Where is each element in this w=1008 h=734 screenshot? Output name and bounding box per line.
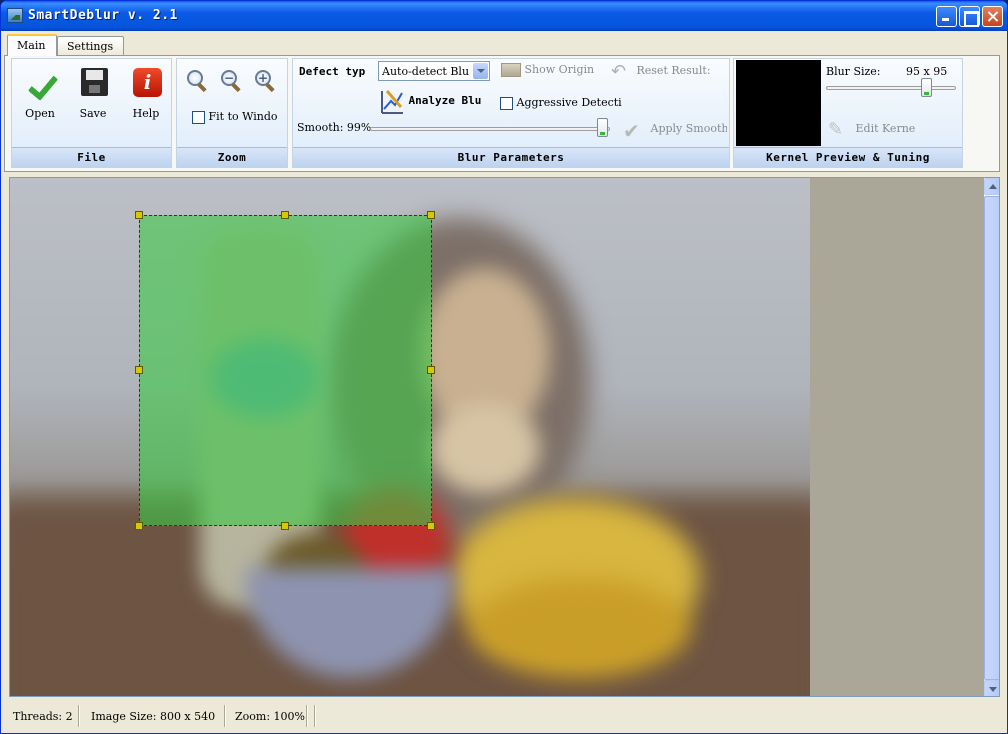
checkmark-icon: ✔ [623,119,640,139]
ribbon: Open Save i Help File − + Fit to Windo Z… [4,55,1000,172]
scroll-up-button[interactable] [984,178,999,195]
vertical-scrollbar[interactable] [984,178,999,696]
zoom-group: − + Fit to Windo Zoom [176,58,288,168]
maximize-button[interactable] [959,6,980,27]
zoom-fit-icon[interactable] [185,69,209,93]
save-button[interactable]: Save [69,65,117,125]
undo-arrow-icon: ↶ [611,61,627,81]
aggressive-detection-checkbox[interactable]: Aggressive Detecti [500,96,630,110]
reset-results-label: Reset Result: [636,64,711,77]
info-icon: i [133,68,162,97]
window-title: SmartDeblur v. 2.1 [28,8,178,23]
status-divider [314,705,316,727]
save-label: Save [79,107,107,120]
show-original-label: Show Origin [524,63,595,76]
status-bar: Threads: 2 Image Size: 800 x 540 Zoom: 1… [4,705,1004,729]
selection-region[interactable] [139,215,432,526]
reset-results-button[interactable]: ↶ Reset Result: [611,61,727,81]
blur-parameters-group: Defect typ Auto-detect Blu Show Origin ↶… [292,58,730,168]
status-divider [224,705,226,727]
aggressive-detection-label: Aggressive Detecti [516,96,622,109]
smooth-label: Smooth: 99% [297,121,372,134]
file-group-label: File [12,147,171,167]
blur-size-label: Blur Size: [826,65,881,78]
analyze-chart-icon [379,87,405,115]
selection-handle-bottom[interactable] [281,522,289,530]
scroll-down-button[interactable] [984,680,999,696]
blur-size-slider-thumb[interactable] [921,78,933,97]
status-divider [306,705,308,727]
minimize-button[interactable] [936,6,957,27]
apply-smooth-label: Apply Smooth [650,122,728,135]
pencil-icon: ✎ [828,119,844,139]
edit-kernel-label: Edit Kerne [855,122,916,135]
defect-type-label: Defect typ [299,65,366,78]
app-icon [7,8,23,23]
selection-handle-bottom-right[interactable] [427,522,435,530]
main-window: SmartDeblur v. 2.1 Main Settings Open Sa… [0,0,1008,734]
open-label: Open [25,107,55,120]
tab-main[interactable]: Main [7,34,57,56]
help-label: Help [132,107,160,120]
status-zoom: Zoom: 100% [235,710,305,723]
green-checkmark-icon [28,69,54,95]
tab-settings[interactable]: Settings [57,36,124,56]
help-button[interactable]: i Help [122,65,170,125]
selection-handle-bottom-left[interactable] [135,522,143,530]
status-image-size: Image Size: 800 x 540 [91,710,216,723]
smooth-slider-track[interactable] [370,127,610,131]
title-bar[interactable]: SmartDeblur v. 2.1 [1,1,1007,31]
fit-to-window-checkbox[interactable]: Fit to Windo [192,110,278,124]
kernel-group: Blur Size: 95 x 95 ✎ Edit Kerne Kernel P… [733,58,963,168]
zoom-in-icon[interactable]: + [253,69,277,93]
selection-handle-top-left[interactable] [135,211,143,219]
edit-kernel-button[interactable]: ✎ Edit Kerne [828,119,932,139]
fit-to-window-label: Fit to Windo [208,110,278,123]
selection-handle-top-right[interactable] [427,211,435,219]
blur-size-slider-track[interactable] [826,86,956,90]
open-button[interactable]: Open [16,65,64,125]
kernel-preview [736,60,821,146]
close-button[interactable] [982,6,1003,27]
aggressive-detection-box[interactable] [500,96,513,110]
apply-smooth-button[interactable]: ✔ Apply Smooth [623,119,727,139]
blur-size-value: 95 x 95 [906,65,948,78]
defect-type-value: Auto-detect Blu [382,65,470,78]
floppy-disk-icon [81,68,108,96]
defect-type-select[interactable]: Auto-detect Blu [378,61,490,81]
scroll-thumb[interactable] [984,196,999,680]
chevron-down-icon[interactable] [473,63,488,79]
kernel-group-label: Kernel Preview & Tuning [734,147,962,167]
file-group: Open Save i Help File [11,58,172,168]
analyze-blur-button[interactable]: Analyze Blu [379,87,499,115]
analyze-blur-label: Analyze Blu [408,94,482,107]
selection-handle-top[interactable] [281,211,289,219]
status-divider [78,705,80,727]
selection-handle-right[interactable] [427,366,435,374]
photo-icon [501,63,521,77]
selection-handle-left[interactable] [135,366,143,374]
image-canvas[interactable] [9,177,1000,697]
status-threads: Threads: 2 [13,710,73,723]
zoom-group-label: Zoom [177,147,287,167]
fit-to-window-box[interactable] [192,110,205,124]
blur-parameters-group-label: Blur Parameters [293,147,729,167]
smooth-slider-thumb[interactable] [596,118,608,137]
show-original-button[interactable]: Show Origin [501,63,601,77]
zoom-out-icon[interactable]: − [219,69,243,93]
